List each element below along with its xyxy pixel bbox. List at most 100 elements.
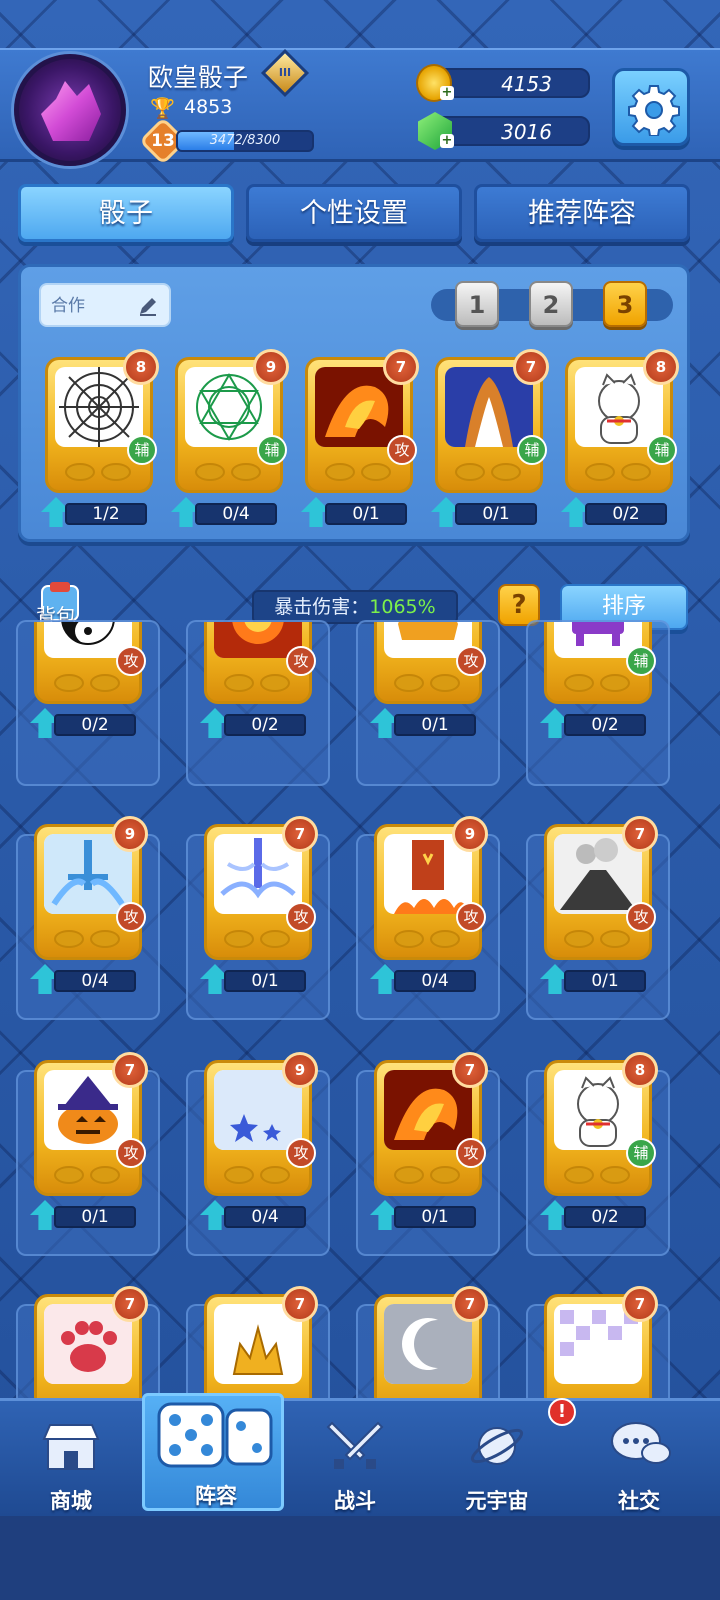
dice-role-badge: 攻 bbox=[456, 646, 486, 676]
crit-damage-display: 暴击伤害：1065% bbox=[252, 590, 458, 624]
dice-pips bbox=[394, 1162, 464, 1186]
upgrade-progress: 0/1 bbox=[28, 1200, 148, 1230]
inventory-dice-card[interactable]: 7 攻 0/1 bbox=[368, 1052, 488, 1232]
shop-icon bbox=[42, 1424, 100, 1470]
deck.dice-dice-card[interactable]: 7 攻 0/1 bbox=[299, 349, 419, 529]
planet-icon bbox=[470, 1427, 524, 1465]
dice-role-badge: 攻 bbox=[286, 1138, 316, 1168]
xp-text: 3472/8300 bbox=[209, 133, 281, 148]
upgrade-progress: 0/4 bbox=[198, 1200, 318, 1230]
dice-pips bbox=[585, 459, 655, 483]
dice-pips bbox=[54, 1162, 124, 1186]
upgrade-progress: 0/4 bbox=[169, 497, 289, 527]
dice-pips bbox=[224, 670, 294, 694]
nav-battle[interactable]: 战斗 bbox=[284, 1401, 426, 1519]
tab-recommended[interactable]: 推荐阵容 bbox=[474, 184, 690, 242]
dice-role-badge: 辅 bbox=[626, 646, 656, 676]
edit-pencil-icon bbox=[140, 298, 156, 316]
notification-badge: ! bbox=[548, 1398, 576, 1426]
dice-role-badge: 辅 bbox=[647, 435, 677, 465]
deck-slot-2[interactable]: 2 bbox=[529, 281, 573, 327]
add-gold-icon: + bbox=[440, 85, 454, 100]
player-avatar[interactable] bbox=[14, 54, 126, 166]
dice-role-badge: 辅 bbox=[257, 435, 287, 465]
dice-pips bbox=[564, 926, 634, 950]
deck-name-field[interactable]: 合作 bbox=[39, 283, 171, 327]
nav-metaverse[interactable]: 元宇宙 bbox=[426, 1401, 568, 1519]
inventory-dice-card[interactable]: 攻 0/1 bbox=[368, 622, 488, 740]
settings-button[interactable] bbox=[612, 68, 690, 146]
upgrade-progress: 0/1 bbox=[429, 497, 549, 527]
inventory-dice-card[interactable]: 7 攻 0/1 bbox=[28, 1052, 148, 1232]
dice-level-badge: 7 bbox=[452, 1052, 488, 1088]
dice-role-badge: 攻 bbox=[286, 902, 316, 932]
bottom-background bbox=[0, 1516, 720, 1600]
inventory-dice-card[interactable]: 7 bbox=[368, 1286, 488, 1398]
dice-pips bbox=[394, 670, 464, 694]
swords-icon bbox=[326, 1421, 384, 1469]
nav-deck[interactable]: 阵容 bbox=[142, 1393, 284, 1511]
dice-pips bbox=[65, 459, 135, 483]
upgrade-progress: 0/1 bbox=[538, 964, 658, 994]
rank-badge-icon[interactable]: III bbox=[260, 48, 310, 98]
gem-currency[interactable]: + 3016 bbox=[418, 112, 590, 150]
dice-level-badge: 9 bbox=[112, 816, 148, 852]
dice-pips bbox=[455, 459, 525, 483]
deck.dice-dice-card[interactable]: 9 辅 0/4 bbox=[169, 349, 289, 529]
upgrade-progress: 0/2 bbox=[28, 708, 148, 738]
inventory-dice-card[interactable]: 9 攻 0/4 bbox=[198, 1052, 318, 1232]
dice-role-badge: 辅 bbox=[626, 1138, 656, 1168]
nav-shop[interactable]: 商城 bbox=[0, 1401, 142, 1519]
inventory-dice-card[interactable]: 7 bbox=[198, 1286, 318, 1398]
upgrade-progress: 0/2 bbox=[198, 708, 318, 738]
dice-role-badge: 辅 bbox=[127, 435, 157, 465]
gem-amount: 3016 bbox=[501, 120, 552, 144]
deck-slot-3[interactable]: 3 bbox=[603, 281, 647, 327]
inventory-dice-card[interactable]: 9 攻 0/4 bbox=[28, 816, 148, 996]
upgrade-progress: 0/4 bbox=[28, 964, 148, 994]
tab-personalize[interactable]: 个性设置 bbox=[246, 184, 462, 242]
gear-icon bbox=[628, 85, 680, 136]
gold-currency[interactable]: + 4153 bbox=[416, 64, 590, 102]
inventory-dice-card[interactable]: 7 bbox=[28, 1286, 148, 1398]
deck.dice-dice-card[interactable]: 8 辅 0/2 bbox=[559, 349, 679, 529]
dice-level-badge: 9 bbox=[253, 349, 289, 385]
inventory-dice-card[interactable]: 7 攻 0/1 bbox=[538, 816, 658, 996]
dice-level-badge: 8 bbox=[123, 349, 159, 385]
upgrade-progress: 0/1 bbox=[198, 964, 318, 994]
dice-role-badge: 攻 bbox=[116, 1138, 146, 1168]
inventory-dice-card[interactable]: 7 bbox=[538, 1286, 658, 1398]
dice-level-badge: 7 bbox=[622, 1286, 658, 1322]
tab-dice[interactable]: 骰子 bbox=[18, 184, 234, 242]
dice-level-badge: 7 bbox=[452, 1286, 488, 1322]
deck-slot-1[interactable]: 1 bbox=[455, 281, 499, 327]
inventory-dice-card[interactable]: 攻 0/2 bbox=[198, 622, 318, 740]
deck.dice-dice-card[interactable]: 7 辅 0/1 bbox=[429, 349, 549, 529]
dice-role-badge: 攻 bbox=[456, 902, 486, 932]
inventory-dice-card[interactable]: 7 攻 0/1 bbox=[198, 816, 318, 996]
dice-pips bbox=[564, 670, 634, 694]
dice-level-badge: 7 bbox=[383, 349, 419, 385]
chat-icon bbox=[611, 1422, 671, 1464]
dice-level-badge: 9 bbox=[282, 1052, 318, 1088]
dice-pips bbox=[224, 926, 294, 950]
dice-role-badge: 攻 bbox=[387, 435, 417, 465]
upgrade-progress: 0/1 bbox=[299, 497, 419, 527]
gold-amount: 4153 bbox=[501, 72, 552, 96]
dice-level-badge: 7 bbox=[112, 1052, 148, 1088]
trophy-icon: 🏆 bbox=[150, 96, 175, 120]
nav-social[interactable]: 社交 bbox=[568, 1401, 710, 1519]
upgrade-progress: 0/2 bbox=[538, 708, 658, 738]
add-gem-icon: + bbox=[440, 133, 454, 148]
crystal-icon bbox=[41, 81, 101, 141]
dice-level-badge: 7 bbox=[622, 816, 658, 852]
dice-level-badge: 7 bbox=[282, 1286, 318, 1322]
deck-panel: 合作 1 2 3 8 辅 1/2 9 辅 0/4 7 攻 0/1 7 辅 0/1 8 辅 0/2 bbox=[18, 264, 690, 542]
upgrade-progress: 1/2 bbox=[39, 497, 159, 527]
dice-role-badge: 攻 bbox=[116, 646, 146, 676]
inventory-dice-card[interactable]: 9 攻 0/4 bbox=[368, 816, 488, 996]
dice-pips bbox=[54, 926, 124, 950]
inventory-dice-card[interactable]: 8 辅 0/2 bbox=[538, 1052, 658, 1232]
deck.dice-dice-card[interactable]: 8 辅 1/2 bbox=[39, 349, 159, 529]
dice-level-badge: 7 bbox=[112, 1286, 148, 1322]
